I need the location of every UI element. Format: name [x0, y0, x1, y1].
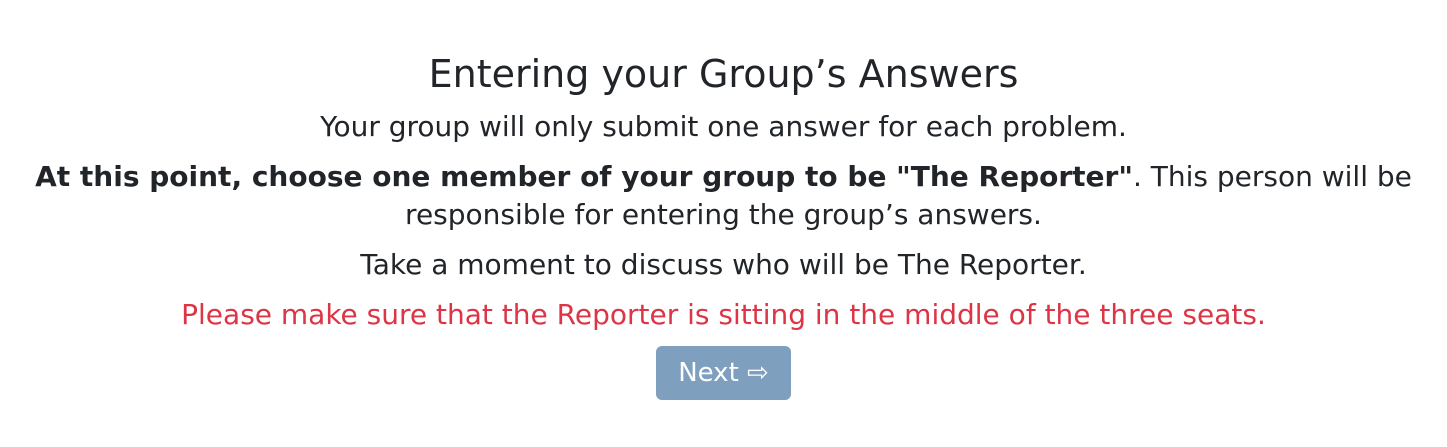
- next-button[interactable]: Next ⇨: [656, 346, 791, 400]
- warning-message: Please make sure that the Reporter is si…: [181, 298, 1266, 331]
- instruction-one-answer: Your group will only submit one answer f…: [320, 110, 1127, 143]
- page-title: Entering your Group’s Answers: [428, 52, 1019, 96]
- instruction-discuss: Take a moment to discuss who will be The…: [360, 248, 1087, 281]
- instruction-choose-reporter-bold: At this point, choose one member of your…: [35, 160, 1133, 193]
- instruction-choose-reporter: At this point, choose one member of your…: [24, 158, 1424, 234]
- instructions-panel: Entering your Group’s Answers Your group…: [24, 0, 1424, 400]
